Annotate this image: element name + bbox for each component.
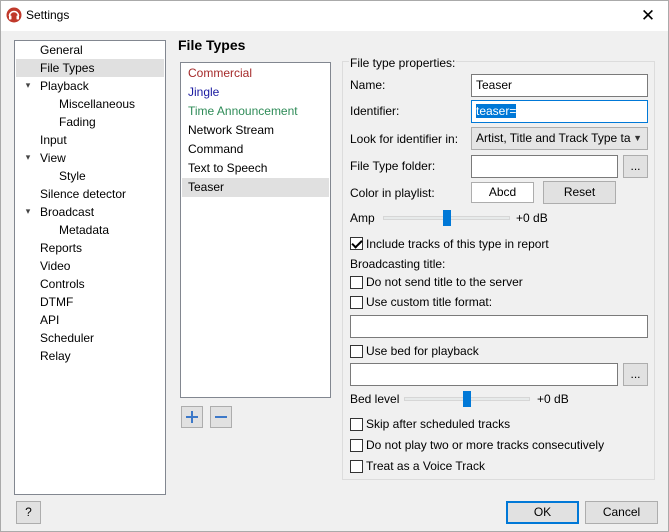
nav-item-view[interactable]: View <box>40 149 66 167</box>
file-type-folder-field[interactable] <box>471 155 618 178</box>
headphones-icon <box>6 7 22 23</box>
window-title: Settings <box>26 8 70 22</box>
nav-item-general[interactable]: General <box>40 41 83 59</box>
group-title: File type properties: <box>349 56 457 70</box>
nav-item-label: Miscellaneous <box>59 97 136 111</box>
nav-item-label: API <box>40 313 60 327</box>
settings-nav-tree: General File Types Playback ▾ Miscellane… <box>14 40 166 495</box>
custom-title-format-label: Use custom title format: <box>366 295 493 309</box>
nav-item-metadata[interactable]: Metadata <box>59 221 109 239</box>
do-not-send-title-label: Do not send title to the server <box>366 275 523 289</box>
file-types-list: Commercial Jingle Time Announcement Netw… <box>180 62 331 398</box>
nav-item-label: Playback <box>40 79 89 93</box>
identifier-field[interactable]: teaser= <box>471 100 648 123</box>
select-value: Artist, Title and Track Type ta <box>476 131 631 145</box>
list-item-network-stream[interactable]: Network Stream <box>182 121 329 140</box>
page-title: File Types <box>178 37 246 53</box>
settings-window: Settings ✕ General File Types Playback ▾… <box>0 0 669 532</box>
use-bed-checkbox[interactable] <box>350 345 363 358</box>
custom-title-format-field[interactable] <box>350 315 648 338</box>
nav-item-fading[interactable]: Fading <box>59 113 96 131</box>
nav-item-playback[interactable]: Playback <box>40 77 89 95</box>
bed-level-value: +0 dB <box>537 392 569 406</box>
include-in-report-label: Include tracks of this type in report <box>366 237 549 251</box>
nav-item-file-types[interactable]: File Types <box>16 59 164 77</box>
amp-slider-thumb[interactable] <box>442 210 451 226</box>
nav-item-label: Style <box>59 169 86 183</box>
nav-item-api[interactable]: API <box>40 311 59 329</box>
list-item-commercial[interactable]: Commercial <box>182 64 329 83</box>
nav-item-scheduler[interactable]: Scheduler <box>40 329 94 347</box>
nav-item-style[interactable]: Style <box>59 167 86 185</box>
browse-folder-button[interactable]: ... <box>623 155 648 178</box>
browse-bed-button[interactable]: ... <box>623 363 648 386</box>
identifier-label: Identifier: <box>350 104 400 118</box>
identifier-value: teaser= <box>476 104 517 118</box>
chevron-down-icon: ▼ <box>633 133 642 143</box>
nav-item-silence-detector[interactable]: Silence detector <box>40 185 126 203</box>
skip-after-scheduled-label: Skip after scheduled tracks <box>366 417 511 431</box>
name-field[interactable]: Teaser <box>471 74 648 97</box>
help-button[interactable]: ? <box>16 501 41 524</box>
bed-file-field[interactable] <box>350 363 618 386</box>
nav-item-label: Fading <box>59 115 96 129</box>
chevron-down-icon[interactable]: ▾ <box>22 152 34 163</box>
nav-item-controls[interactable]: Controls <box>40 275 85 293</box>
nav-item-label: Reports <box>40 241 83 255</box>
list-item-command[interactable]: Command <box>182 140 329 159</box>
nav-item-label: Silence detector <box>40 187 127 201</box>
nav-item-label: View <box>40 151 66 165</box>
broadcasting-title-label: Broadcasting title: <box>350 257 446 271</box>
look-for-identifier-select[interactable]: Artist, Title and Track Type ta ▼ <box>471 127 648 150</box>
nav-item-label: Metadata <box>59 223 110 237</box>
close-button[interactable]: ✕ <box>631 3 665 29</box>
reset-color-button[interactable]: Reset <box>543 181 616 204</box>
nav-item-label: Video <box>40 259 71 273</box>
remove-file-type-button[interactable] <box>210 406 232 428</box>
do-not-send-title-checkbox[interactable] <box>350 276 363 289</box>
skip-after-scheduled-checkbox[interactable] <box>350 418 363 431</box>
list-item-text-to-speech[interactable]: Text to Speech <box>182 159 329 178</box>
chevron-down-icon[interactable]: ▾ <box>22 80 34 91</box>
nav-item-label: Scheduler <box>40 331 95 345</box>
nav-item-label: File Types <box>40 61 95 75</box>
amp-value: +0 dB <box>516 211 548 225</box>
list-item-jingle[interactable]: Jingle <box>182 83 329 102</box>
bed-level-label: Bed level <box>350 392 400 406</box>
nav-item-label: Controls <box>40 277 85 291</box>
chevron-down-icon[interactable]: ▾ <box>22 206 34 217</box>
nav-item-label: General <box>40 43 83 57</box>
nav-item-relay[interactable]: Relay <box>40 347 71 365</box>
voice-track-label: Treat as a Voice Track <box>366 459 485 473</box>
name-label: Name: <box>350 78 386 92</box>
look-for-identifier-label: Look for identifier in: <box>350 132 459 146</box>
nav-item-video[interactable]: Video <box>40 257 70 275</box>
voice-track-checkbox[interactable] <box>350 460 363 473</box>
cancel-button[interactable]: Cancel <box>585 501 658 524</box>
add-file-type-button[interactable] <box>181 406 203 428</box>
use-bed-label: Use bed for playback <box>366 344 479 358</box>
playlist-color-swatch[interactable]: Abcd <box>471 182 534 203</box>
nav-item-label: Input <box>40 133 67 147</box>
nav-item-dtmf[interactable]: DTMF <box>40 293 73 311</box>
title-bar: Settings ✕ <box>1 1 668 31</box>
ok-button[interactable]: OK <box>506 501 579 524</box>
nav-item-miscellaneous[interactable]: Miscellaneous <box>59 95 135 113</box>
color-in-playlist-label: Color in playlist: <box>350 186 435 200</box>
file-type-folder-label: File Type folder: <box>350 159 436 173</box>
no-consecutive-label: Do not play two or more tracks consecuti… <box>366 438 605 452</box>
nav-item-label: Relay <box>40 349 71 363</box>
nav-item-reports[interactable]: Reports <box>40 239 82 257</box>
custom-title-format-checkbox[interactable] <box>350 296 363 309</box>
nav-item-label: DTMF <box>40 295 74 309</box>
list-item-time-announcement[interactable]: Time Announcement <box>182 102 329 121</box>
nav-item-input[interactable]: Input <box>40 131 67 149</box>
include-in-report-checkbox[interactable] <box>350 237 363 250</box>
no-consecutive-checkbox[interactable] <box>350 439 363 452</box>
list-item-teaser[interactable]: Teaser <box>182 178 329 197</box>
nav-item-label: Broadcast <box>40 205 95 219</box>
nav-item-broadcast[interactable]: Broadcast <box>40 203 94 221</box>
bed-level-slider-thumb[interactable] <box>463 391 471 407</box>
amp-label: Amp <box>350 211 375 225</box>
